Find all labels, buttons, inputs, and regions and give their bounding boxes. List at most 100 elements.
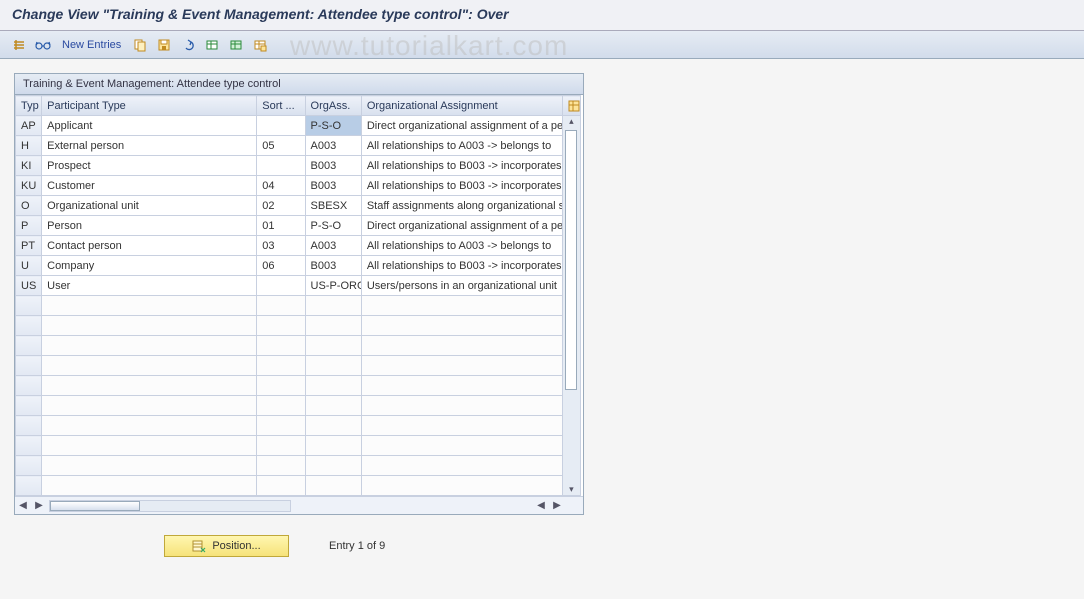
cell-typ[interactable]: PT — [16, 236, 42, 256]
cell-orgassign[interactable]: All relationships to B003 -> incorporate… — [361, 256, 562, 276]
vscroll-cell[interactable]: ▴▾ — [562, 116, 580, 496]
empty-cell[interactable] — [305, 416, 361, 436]
cell-orgass[interactable]: B003 — [305, 156, 361, 176]
cell-sort[interactable] — [257, 276, 305, 296]
new-entries-link[interactable]: New Entries — [58, 39, 125, 51]
cell-orgass[interactable]: SBESX — [305, 196, 361, 216]
hscroll-left2-button[interactable]: ◀ — [533, 500, 549, 511]
empty-cell[interactable] — [361, 336, 562, 356]
cell-orgassign[interactable]: Direct organizational assignment of a pe… — [361, 216, 562, 236]
empty-cell[interactable] — [361, 456, 562, 476]
cell-typ[interactable]: US — [16, 276, 42, 296]
table-row-empty[interactable] — [16, 336, 581, 356]
empty-cell[interactable] — [305, 336, 361, 356]
cell-orgassign[interactable]: Staff assignments along organizational s… — [361, 196, 562, 216]
cell-orgass[interactable]: B003 — [305, 256, 361, 276]
cell-sort[interactable]: 06 — [257, 256, 305, 276]
cell-ptype[interactable]: Person — [42, 216, 257, 236]
empty-cell[interactable] — [361, 416, 562, 436]
cell-orgass[interactable]: B003 — [305, 176, 361, 196]
vscroll-down-button[interactable]: ▾ — [563, 484, 580, 495]
expand-icon[interactable] — [10, 36, 28, 54]
empty-cell[interactable] — [361, 316, 562, 336]
table-row-empty[interactable] — [16, 356, 581, 376]
empty-cell[interactable] — [305, 476, 361, 496]
table-row[interactable]: USUser US-P-ORGUsers/persons in an organi… — [16, 276, 581, 296]
empty-cell[interactable] — [16, 336, 42, 356]
cell-sort[interactable]: 05 — [257, 136, 305, 156]
empty-cell[interactable] — [361, 296, 562, 316]
cell-sort[interactable]: 04 — [257, 176, 305, 196]
empty-cell[interactable] — [305, 316, 361, 336]
vscroll-up-button[interactable]: ▴ — [563, 116, 580, 127]
table-row-empty[interactable] — [16, 436, 581, 456]
position-button[interactable]: Position... — [164, 535, 289, 557]
cell-sort[interactable]: 02 — [257, 196, 305, 216]
table-row[interactable]: PTContact person03A003All relationships … — [16, 236, 581, 256]
empty-cell[interactable] — [257, 456, 305, 476]
empty-cell[interactable] — [42, 396, 257, 416]
empty-cell[interactable] — [42, 356, 257, 376]
table-row-empty[interactable] — [16, 456, 581, 476]
empty-cell[interactable] — [257, 416, 305, 436]
empty-cell[interactable] — [305, 456, 361, 476]
empty-cell[interactable] — [361, 476, 562, 496]
empty-cell[interactable] — [305, 436, 361, 456]
empty-cell[interactable] — [42, 456, 257, 476]
table-row[interactable]: KUCustomer04B003All relationships to B00… — [16, 176, 581, 196]
hscroll-right-button[interactable]: ▶ — [31, 500, 47, 511]
select-all-icon[interactable] — [227, 36, 245, 54]
save-icon[interactable] — [155, 36, 173, 54]
cell-ptype[interactable]: User — [42, 276, 257, 296]
empty-cell[interactable] — [361, 376, 562, 396]
empty-cell[interactable] — [16, 436, 42, 456]
empty-cell[interactable] — [361, 356, 562, 376]
cell-typ[interactable]: H — [16, 136, 42, 156]
table-row[interactable]: APApplicant P-S-ODirect organizational as… — [16, 116, 581, 136]
table-row[interactable]: PPerson01P-S-ODirect organizational assi… — [16, 216, 581, 236]
cell-orgassign[interactable]: Direct organizational assignment of a pe… — [361, 116, 562, 136]
cell-orgassign[interactable]: All relationships to A003 -> belongs to — [361, 136, 562, 156]
empty-cell[interactable] — [42, 436, 257, 456]
table-settings-button[interactable] — [562, 96, 580, 116]
cell-sort[interactable] — [257, 156, 305, 176]
cell-typ[interactable]: KU — [16, 176, 42, 196]
col-header-participant-type[interactable]: Participant Type — [42, 96, 257, 116]
empty-cell[interactable] — [16, 296, 42, 316]
cell-ptype[interactable]: Applicant — [42, 116, 257, 136]
empty-cell[interactable] — [361, 436, 562, 456]
cell-typ[interactable]: P — [16, 216, 42, 236]
table-row-empty[interactable] — [16, 476, 581, 496]
empty-cell[interactable] — [305, 296, 361, 316]
empty-cell[interactable] — [42, 316, 257, 336]
empty-cell[interactable] — [16, 356, 42, 376]
empty-cell[interactable] — [42, 376, 257, 396]
empty-cell[interactable] — [305, 376, 361, 396]
empty-cell[interactable] — [257, 316, 305, 336]
undo-icon[interactable] — [179, 36, 197, 54]
table-row-empty[interactable] — [16, 376, 581, 396]
empty-cell[interactable] — [42, 416, 257, 436]
empty-cell[interactable] — [305, 396, 361, 416]
cell-orgass[interactable]: P-S-O — [305, 116, 361, 136]
cell-typ[interactable]: O — [16, 196, 42, 216]
table-row-empty[interactable] — [16, 316, 581, 336]
col-header-sort[interactable]: Sort ... — [257, 96, 305, 116]
table-row-empty[interactable] — [16, 296, 581, 316]
hscroll-left-button[interactable]: ◀ — [15, 500, 31, 511]
hscroll-right2-button[interactable]: ▶ — [549, 500, 565, 511]
cell-orgassign[interactable]: Users/persons in an organizational unit — [361, 276, 562, 296]
cell-ptype[interactable]: Contact person — [42, 236, 257, 256]
cell-orgass[interactable]: P-S-O — [305, 216, 361, 236]
empty-cell[interactable] — [257, 396, 305, 416]
empty-cell[interactable] — [42, 296, 257, 316]
empty-cell[interactable] — [16, 456, 42, 476]
empty-cell[interactable] — [257, 336, 305, 356]
cell-orgass[interactable]: US-P-ORG — [305, 276, 361, 296]
hscroll-thumb[interactable] — [50, 501, 140, 511]
table-row[interactable]: UCompany06B003All relationships to B003 … — [16, 256, 581, 276]
cell-ptype[interactable]: External person — [42, 136, 257, 156]
cell-typ[interactable]: AP — [16, 116, 42, 136]
cell-ptype[interactable]: Organizational unit — [42, 196, 257, 216]
table-row-empty[interactable] — [16, 396, 581, 416]
